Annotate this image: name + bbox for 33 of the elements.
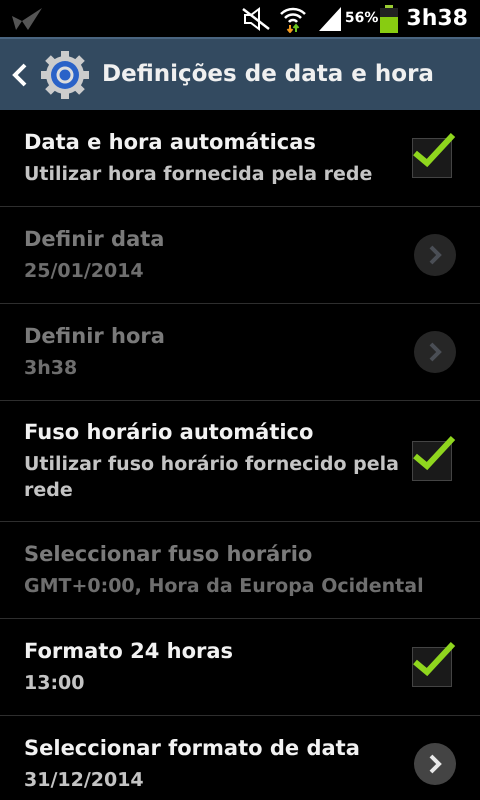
settings-row[interactable]: Fuso horário automático Utilizar fuso horário fornecido pela rede [0,401,480,522]
setting-title: Seleccionar fuso horário [24,541,314,567]
chevron-icon [428,342,442,362]
setting-title: Formato 24 horas [24,638,234,664]
setting-summary: GMT+0:00, Hora da Europa Ocidental [24,574,425,599]
setting-summary: Utilizar hora fornecida pela rede [24,162,374,187]
check-icon [411,640,457,678]
setting-title: Seleccionar formato de data [24,735,361,761]
setting-title: Definir hora [24,323,166,349]
setting-summary: 3h38 [24,356,78,381]
check-icon [411,131,457,169]
back-icon [12,62,28,86]
setting-summary: 25/01/2014 [24,259,145,284]
chevron-icon [428,754,442,774]
signal-icon [318,6,341,30]
arrow-button[interactable] [414,743,456,785]
gear-icon [40,50,90,100]
screen-title: Definições de data e hora [102,60,434,90]
setting-summary: 13:00 [24,671,86,696]
settings-row[interactable]: Data e hora automáticas Utilizar hora fornecida pela rede [0,110,480,207]
battery-icon [380,4,398,32]
setting-summary: Utilizar fuso horário fornecido pela rede [24,452,400,503]
battery-percent: 56% [344,9,378,28]
setting-summary: 31/12/2014 [24,768,145,793]
settings-row[interactable]: Seleccionar formato de data 31/12/2014 [0,716,480,800]
clock-time: 3h38 [406,5,468,33]
mute-icon [240,6,271,30]
check-icon [411,434,457,472]
chevron-icon [428,245,442,265]
settings-row[interactable]: Formato 24 horas 13:00 [0,619,480,716]
setting-title: Definir data [24,226,166,252]
setting-title: Data e hora automáticas [24,129,317,155]
setting-title: Fuso horário automático [24,419,314,445]
